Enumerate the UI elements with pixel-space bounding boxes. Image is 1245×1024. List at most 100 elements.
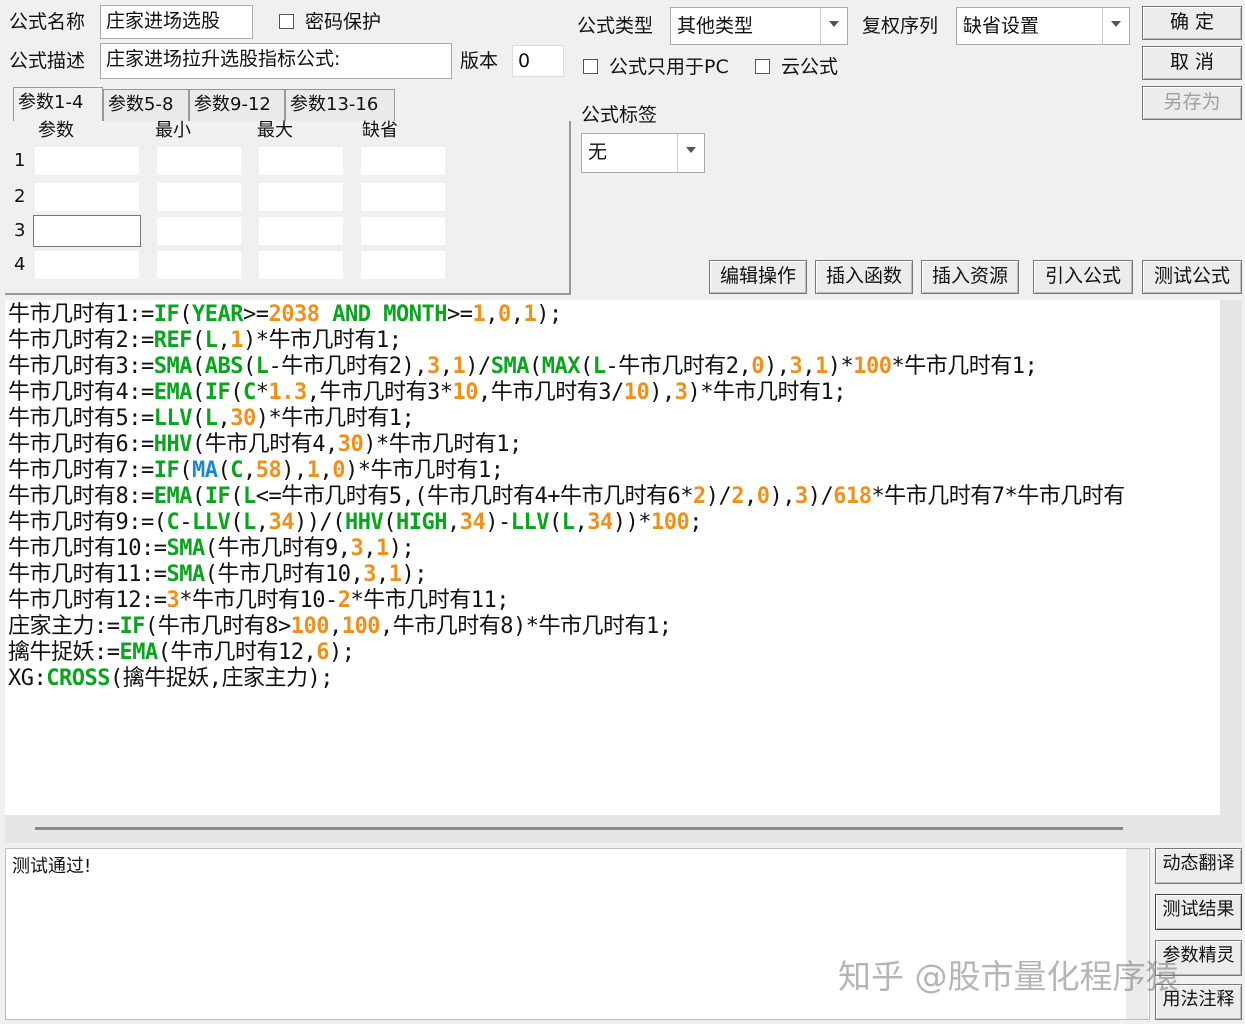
code-function-token: L (255, 354, 269, 379)
code-text-token: )* (827, 354, 854, 379)
insert-resource-button[interactable]: 插入资源 (921, 260, 1019, 294)
code-text-token: )/ (465, 354, 491, 379)
param-default-cell[interactable] (361, 147, 445, 175)
code-line[interactable]: 擒牛捉妖:=EMA(牛市几时有12,6); (8, 640, 355, 666)
password-protect-checkbox[interactable] (279, 14, 294, 29)
code-function-token: HHV (153, 432, 193, 457)
code-text-token: ), (763, 354, 790, 379)
editor-vertical-scrollbar[interactable] (1220, 300, 1242, 815)
code-text-token: )*牛市几时有1; (345, 458, 504, 483)
code-text-token: ); (401, 562, 427, 587)
code-function-token: L (592, 354, 606, 379)
code-number-token: 1 (388, 562, 402, 587)
cloud-formula-checkbox[interactable] (755, 59, 770, 74)
code-text-token: ( (528, 354, 542, 379)
formula-desc-input[interactable]: 庄家进场拉升选股指标公式: (100, 43, 452, 79)
code-line[interactable]: 牛市几时有6:=HHV(牛市几时有4,30)*牛市几时有1; (8, 432, 522, 458)
code-function-token: L (243, 484, 256, 509)
dynamic-translate-button[interactable]: 动态翻译 (1155, 848, 1242, 884)
chevron-down-icon[interactable] (677, 134, 704, 172)
chevron-down-icon[interactable] (1102, 8, 1129, 44)
chevron-down-icon[interactable] (820, 8, 847, 44)
tab-params-1-4[interactable]: 参数1-4 (13, 87, 103, 121)
param-min-cell[interactable] (157, 251, 241, 279)
param-max-cell[interactable] (259, 251, 343, 279)
code-line[interactable]: 牛市几时有7:=IF(MA(C,58),1,0)*牛市几时有1; (8, 458, 504, 484)
code-function-token: IF (153, 302, 180, 327)
code-line[interactable]: 牛市几时有11:=SMA(牛市几时有10,3,1); (8, 562, 427, 588)
code-line[interactable]: 牛市几时有12:=3*牛市几时有10-2*牛市几时有11; (8, 588, 509, 614)
formula-type-select[interactable]: 其他类型 (670, 7, 848, 45)
code-text-token: ( (243, 354, 256, 379)
param-min-cell[interactable] (157, 147, 241, 175)
code-function-token: L (204, 406, 218, 431)
param-min-cell[interactable] (157, 183, 241, 211)
formula-tag-label: 公式标签 (581, 104, 658, 126)
param-name-cell[interactable] (35, 147, 139, 175)
param-default-cell[interactable] (361, 217, 445, 245)
code-text-token: , (743, 484, 757, 509)
code-text-token: ))* (612, 510, 652, 535)
param-max-cell[interactable] (259, 217, 343, 245)
param-default-cell[interactable] (361, 251, 445, 279)
code-text-token: ( (192, 380, 205, 405)
test-result-button[interactable]: 测试结果 (1155, 894, 1242, 930)
code-text-token: )*牛市几时有1; (255, 406, 415, 431)
test-formula-button[interactable]: 测试公式 (1142, 260, 1242, 294)
code-number-token: 2 (692, 484, 706, 509)
code-line[interactable]: 庄家主力:=IF(牛市几时有8>100,100,牛市几时有8)*牛市几时有1; (8, 614, 672, 640)
param-name-cell[interactable] (35, 251, 139, 279)
code-function-token: C (243, 380, 256, 405)
code-text-token: ( (230, 380, 243, 405)
code-line[interactable]: 牛市几时有2:=REF(L,1)*牛市几时有1; (8, 328, 402, 354)
tab-params-5-8[interactable]: 参数5-8 (103, 89, 189, 121)
formula-name-input[interactable]: 庄家进场选股 (100, 5, 253, 39)
code-text-token: -牛市几时有2), (268, 354, 428, 379)
code-text-token: 牛市几时有10:= (8, 536, 167, 561)
fq-series-select[interactable]: 缺省设置 (956, 7, 1130, 45)
scrollbar-thumb[interactable] (35, 827, 1123, 830)
code-text-token: , (802, 354, 815, 379)
edit-ops-button[interactable]: 编辑操作 (709, 260, 807, 294)
insert-function-button[interactable]: 插入函数 (815, 260, 913, 294)
code-line[interactable]: 牛市几时有8:=EMA(IF(L<=牛市几时有5,(牛市几时有4+牛市几时有6*… (8, 484, 1125, 510)
editor-horizontal-scrollbar[interactable] (5, 815, 1242, 843)
code-function-token: EMA (153, 380, 193, 405)
code-text-token: ); (536, 302, 562, 327)
code-text-token: (牛市几时有10, (204, 562, 364, 587)
code-function-token: SMA (153, 354, 193, 379)
code-text-token: *牛市几时有1; (891, 354, 1038, 379)
save-as-button[interactable]: 另存为 (1142, 86, 1242, 120)
code-text-token: ), (769, 484, 795, 509)
formula-tag-value: 无 (588, 141, 608, 163)
code-number-token: 3 (166, 588, 180, 613)
tab-params-9-12[interactable]: 参数9-12 (189, 89, 285, 121)
code-line[interactable]: 牛市几时有1:=IF(YEAR>=2038 AND MONTH>=1,0,1); (8, 302, 562, 328)
code-function-token: EMA (153, 484, 193, 509)
code-line[interactable]: 牛市几时有4:=EMA(IF(C*1.3,牛市几时有3*10,牛市几时有3/10… (8, 380, 846, 406)
code-number-token: 1 (472, 302, 486, 327)
param-name-cell[interactable] (35, 183, 139, 211)
ok-button[interactable]: 确 定 (1142, 6, 1242, 40)
formula-code-editor[interactable]: 牛市几时有1:=IF(YEAR>=2038 AND MONTH>=1,0,1);… (5, 300, 1220, 815)
param-default-cell[interactable] (361, 183, 445, 211)
param-min-cell[interactable] (157, 217, 241, 245)
param-max-cell[interactable] (259, 183, 343, 211)
code-text-token: ( (230, 510, 243, 535)
param-max-cell[interactable] (259, 147, 343, 175)
tab-params-13-16[interactable]: 参数13-16 (285, 89, 395, 121)
code-line[interactable]: XG:CROSS(擒牛捉妖,庄家主力); (8, 666, 333, 692)
cancel-button[interactable]: 取 消 (1142, 46, 1242, 80)
version-input[interactable]: 0 (512, 45, 564, 77)
code-text-token: 牛市几时有11:= (8, 562, 167, 587)
param-name-cell[interactable] (33, 215, 141, 247)
import-formula-button[interactable]: 引入公式 (1033, 260, 1133, 294)
code-line[interactable]: 牛市几时有10:=SMA(牛市几时有9,3,1); (8, 536, 415, 562)
pc-only-checkbox[interactable] (583, 59, 598, 74)
code-line[interactable]: 牛市几时有5:=LLV(L,30)*牛市几时有1; (8, 406, 415, 432)
code-text-token: , (485, 302, 498, 327)
code-line[interactable]: 牛市几时有9:=(C-LLV(L,34))/(HHV(HIGH,34)-LLV(… (8, 510, 702, 536)
formula-tag-select[interactable]: 无 (581, 133, 705, 173)
code-line[interactable]: 牛市几时有3:=SMA(ABS(L-牛市几时有2),3,1)/SMA(MAX(L… (8, 354, 1038, 380)
code-number-token: 34 (459, 510, 486, 535)
